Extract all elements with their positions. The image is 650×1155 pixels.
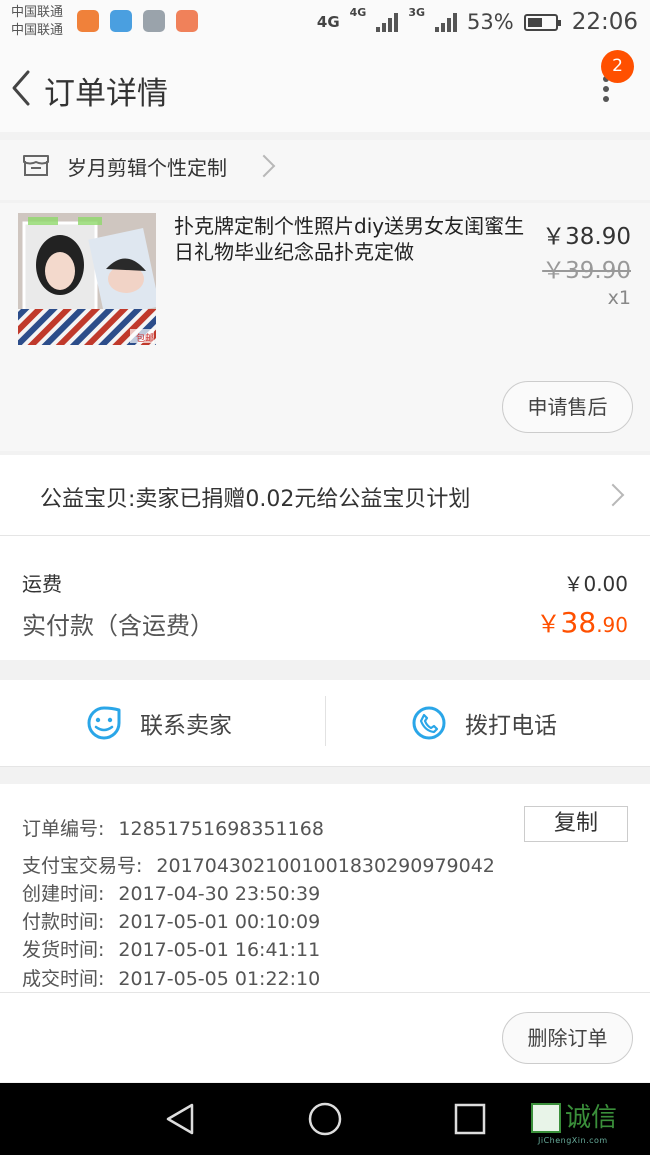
battery-percent: 53% (467, 10, 514, 34)
call-phone-label: 拨打电话 (465, 713, 557, 739)
watermark-text: 诚信 (565, 1103, 618, 1133)
signal-icon (376, 12, 399, 32)
shipping-label: 运费 (22, 572, 62, 596)
call-phone-button[interactable]: 拨打电话 (411, 680, 557, 766)
page-title: 订单详情 (44, 76, 168, 112)
chat-smile-icon (87, 706, 121, 740)
carrier-1: 中国联通 (11, 5, 64, 20)
nav-back-icon[interactable] (160, 1099, 200, 1139)
network-type-1: 4G (316, 13, 340, 31)
divider (325, 696, 326, 746)
image-badge: 包邮 (135, 334, 154, 344)
copy-button[interactable]: 复制 (524, 806, 628, 842)
info-label: 成交时间: (22, 968, 105, 990)
network-type-3: 3G (408, 6, 426, 19)
watermark-logo: 诚信 (531, 1103, 617, 1133)
status-indicators: 4G 4G 3G 53% 22:06 (317, 0, 638, 44)
status-bar: 中国联通 中国联通 4G 4G 3G 53% 22:06 (0, 0, 650, 44)
product-title[interactable]: 扑克牌定制个性照片diy送男女友闺蜜生日礼物毕业纪念品扑克定做 (174, 213, 530, 265)
info-row-completed-time: 成交时间: 2017-05-05 01:22:10 (22, 964, 320, 991)
shipping-value: ￥0.00 (563, 572, 628, 596)
watermark-url: JiChengXin.com (538, 1136, 608, 1145)
order-info: 订单编号: 1285175169835116​8 复制 支付宝交易号: 201704… (0, 784, 650, 993)
delete-order-button[interactable]: 删除订单 (502, 1012, 633, 1064)
shipped-time-value: 2017-05-01 16:41:11 (118, 939, 321, 961)
info-row-paid-time: 付款时间: 2017-05-01 00:10:09 (22, 907, 320, 934)
clock: 22:06 (571, 9, 638, 35)
info-label: 发货时间: (22, 939, 105, 961)
carrier-2: 中国联通 (11, 23, 64, 38)
product-price: ￥38.90 (542, 224, 631, 250)
order-number-value: 1285175169835116​8 (118, 818, 324, 840)
battery-icon (523, 13, 561, 31)
nav-recents-icon[interactable] (450, 1099, 490, 1139)
alipay-number-value: 2017043021001001830290979042 (156, 855, 495, 877)
payment-summary: 运费 ￥0.00 实付款（含运费） ￥38.90 (0, 536, 650, 660)
after-sale-button[interactable]: 申请售后 (502, 381, 633, 433)
completed-time-value: 2017-05-05 01:22:10 (118, 968, 321, 990)
paid-amount: ￥38.90 (537, 604, 628, 639)
info-label: 支付宝交易号: (22, 855, 143, 877)
chevron-right-icon (601, 483, 625, 507)
info-row-shipped-time: 发货时间: 2017-05-01 16:41:11 (22, 935, 320, 962)
info-row-created-time: 创建时间: 2017-04-30 23:50:39 (22, 879, 320, 906)
gallery-icon (143, 10, 165, 32)
info-label: 订单编号: (22, 818, 105, 840)
watermark-icon (531, 1103, 561, 1133)
paid-currency: ￥ (536, 610, 561, 638)
signal-icon-2 (435, 12, 458, 32)
paid-time-value: 2017-05-01 00:10:09 (118, 911, 321, 933)
nav-home-icon[interactable] (305, 1099, 345, 1139)
network-type-2: 4G (349, 6, 367, 19)
contact-seller-label: 联系卖家 (140, 713, 232, 739)
product-original-price: ￥39.90 (542, 258, 631, 284)
paid-decimal: .90 (596, 613, 628, 637)
contact-seller-button[interactable]: 联系卖家 (86, 680, 232, 766)
product-quantity: x1 (607, 287, 631, 309)
uc-browser-icon (77, 10, 99, 32)
product-image[interactable]: 包邮 (18, 213, 156, 345)
notification-badge: 2 (601, 50, 634, 83)
carrier-labels: 中国联通 中国联通 (11, 4, 63, 40)
info-row-order-number: 订单编号: 1285175169835116​8 (22, 814, 324, 841)
chevron-right-icon (252, 154, 276, 178)
shop-row[interactable]: 岁月剪辑个性定制 (0, 140, 650, 200)
health-icon (110, 10, 132, 32)
info-label: 付款时间: (22, 911, 105, 933)
product-card: 包邮 扑克牌定制个性照片diy送男女友闺蜜生日礼物毕业纪念品扑克定做 ￥38.9… (0, 203, 650, 451)
camera-icon (176, 10, 198, 32)
back-arrow-icon[interactable] (6, 66, 46, 110)
contact-bar: 联系卖家 拨打电话 (0, 680, 650, 767)
created-time-value: 2017-04-30 23:50:39 (118, 883, 321, 905)
paid-integer: 38 (560, 606, 597, 639)
phone-icon (412, 706, 446, 740)
title-bar: 订单详情 (0, 44, 650, 132)
info-row-alipay-number: 支付宝交易号: 2017043021001001830290979042 (22, 851, 495, 878)
charity-text: 公益宝贝:卖家已捐赠0.02元给公益宝贝计划 (40, 487, 471, 512)
charity-row[interactable]: 公益宝贝:卖家已捐赠0.02元给公益宝贝计划 (0, 455, 650, 536)
shop-name: 岁月剪辑个性定制 (67, 156, 227, 180)
shop-icon (23, 155, 49, 176)
footer-actions: 删除订单 (0, 993, 650, 1082)
paid-label: 实付款（含运费） (22, 612, 214, 640)
info-label: 创建时间: (22, 883, 105, 905)
